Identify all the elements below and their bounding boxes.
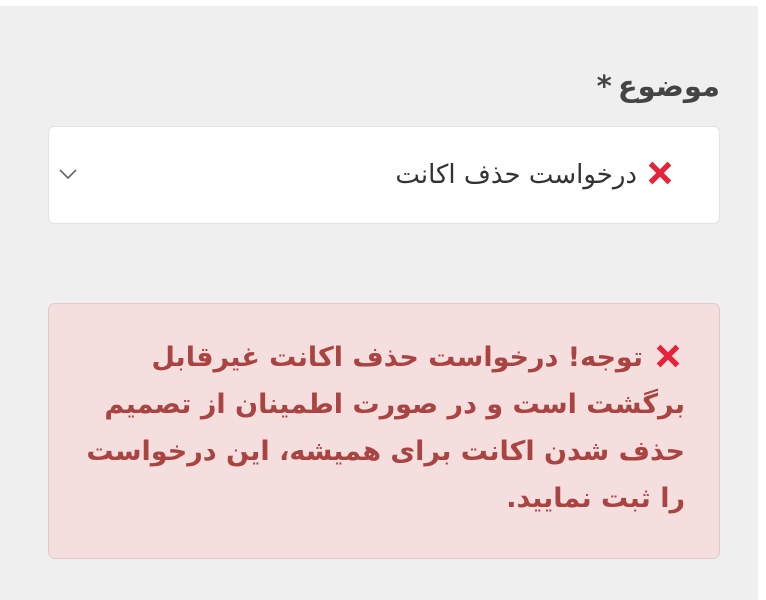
cross-mark-icon xyxy=(648,161,672,184)
subject-select-text: درخواست حذف اکانت xyxy=(395,160,637,190)
required-star: * xyxy=(596,69,612,103)
subject-select-value: درخواست حذف اکانت xyxy=(395,127,677,223)
subject-label: موضوع xyxy=(617,69,720,103)
alert-message: توجه! درخواست حذف اکانت غیرقابل برگشت اس… xyxy=(79,334,685,522)
right-edge xyxy=(758,0,766,600)
cross-mark-icon xyxy=(656,344,680,367)
subject-select[interactable]: درخواست حذف اکانت xyxy=(48,126,720,224)
chevron-down-icon[interactable] xyxy=(57,163,79,185)
subject-label-row: موضوع* xyxy=(597,62,720,110)
alert-message-text: توجه! درخواست حذف اکانت غیرقابل برگشت اس… xyxy=(86,342,685,514)
top-edge xyxy=(0,0,766,6)
warning-alert: توجه! درخواست حذف اکانت غیرقابل برگشت اس… xyxy=(48,303,720,559)
